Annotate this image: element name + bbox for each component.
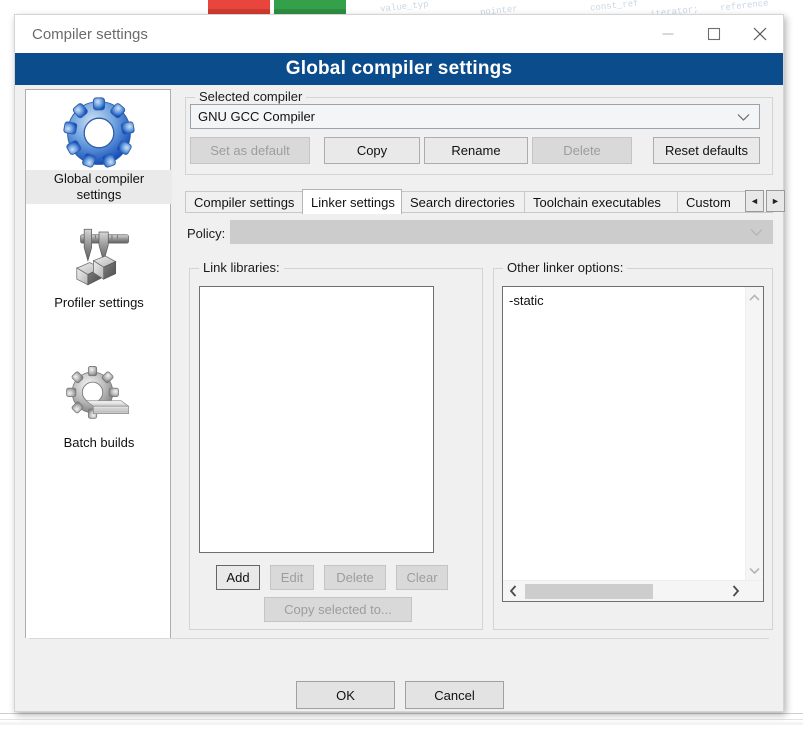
background-divider-3 — [0, 722, 803, 725]
reset-defaults-button[interactable]: Reset defaults — [653, 137, 760, 164]
dialog-banner: Global compiler settings — [15, 53, 783, 85]
copy-compiler-button[interactable]: Copy — [324, 137, 420, 164]
dialog-footer — [15, 638, 783, 711]
policy-label: Policy: — [187, 226, 226, 241]
background-code-text-2: const_ref — [589, 0, 639, 14]
blue-gear-icon — [63, 97, 135, 168]
background-logo-green-shape — [274, 0, 346, 15]
sidebar-item-label-0: Global compiler settings — [26, 170, 172, 204]
sidebar-item-label-2: Batch builds — [63, 435, 135, 450]
sidebar-item-batch-builds[interactable]: Batch builds — [26, 360, 172, 452]
minimize-button[interactable] — [645, 15, 691, 52]
add-library-button[interactable]: Add — [216, 565, 260, 590]
sidebar-item-global-compiler-settings[interactable]: Global compiler settings — [26, 96, 172, 204]
linker-options-vertical-scrollbar[interactable] — [745, 287, 763, 601]
copy-selected-to-button[interactable]: Copy selected to... — [264, 597, 412, 622]
other-linker-options-textarea[interactable]: -static — [502, 286, 764, 602]
tab-custom[interactable]: Custom — [677, 191, 747, 213]
tab-toolchain-executables[interactable]: Toolchain executables — [524, 191, 678, 213]
tabstrip-active-gap — [303, 212, 396, 213]
compiler-settings-dialog: Compiler settings Global compiler settin… — [14, 14, 785, 712]
ok-button[interactable]: OK — [296, 681, 395, 709]
other-linker-options-group: Other linker options: -static — [493, 260, 773, 630]
background-divider-2 — [0, 719, 803, 720]
tabstrip-underline — [185, 212, 773, 213]
other-linker-options-value: -static — [509, 293, 544, 308]
tab-scroll-left-button[interactable]: ◄ — [745, 190, 764, 212]
horizontal-scroll-thumb[interactable] — [525, 584, 653, 599]
tab-search-directories[interactable]: Search directories — [401, 191, 525, 213]
settings-tabstrip: Compiler settings Linker settings Search… — [185, 189, 785, 214]
background-code-text-4: reference — [719, 0, 769, 14]
sidebar-item-profiler-settings[interactable]: Profiler settings — [26, 220, 172, 312]
tab-compiler-settings[interactable]: Compiler settings — [185, 191, 303, 213]
triangle-left-icon: ◄ — [750, 196, 759, 206]
chevron-left-icon — [509, 585, 517, 597]
background-logo-red-shape — [208, 0, 270, 15]
clear-libraries-button[interactable]: Clear — [396, 565, 448, 590]
chevron-down-icon-policy — [750, 225, 763, 240]
settings-panel: Selected compiler GNU GCC Compiler Set a… — [181, 85, 785, 663]
cancel-button[interactable]: Cancel — [405, 681, 504, 709]
link-libraries-group-title: Link libraries: — [199, 260, 284, 275]
linker-options-horizontal-scrollbar[interactable] — [503, 580, 763, 601]
close-button[interactable] — [737, 15, 783, 52]
other-linker-options-group-title: Other linker options: — [503, 260, 628, 275]
desktop-background-lower — [0, 711, 803, 741]
chevron-down-icon — [737, 109, 750, 124]
scroll-left-button[interactable] — [504, 581, 522, 601]
gear-stack-icon — [66, 366, 130, 419]
caliper-icon — [75, 228, 129, 286]
tab-scroll-right-button[interactable]: ► — [766, 190, 785, 212]
link-libraries-group: Link libraries: Add Edit Delete Clear Co… — [189, 260, 483, 630]
window-title: Compiler settings — [32, 26, 148, 43]
delete-compiler-button[interactable]: Delete — [532, 137, 632, 164]
compiler-select[interactable]: GNU GCC Compiler — [190, 104, 760, 129]
chevron-down-scroll-icon — [749, 567, 760, 574]
scroll-right-button[interactable] — [727, 581, 745, 601]
screen: value_typ pointer const_ref iterator; re… — [0, 0, 803, 741]
background-divider-1 — [0, 713, 803, 714]
chevron-up-icon — [749, 294, 760, 301]
triangle-right-icon: ► — [771, 196, 780, 206]
sidebar-item-label-1: Profiler settings — [54, 295, 144, 310]
scroll-up-button[interactable] — [746, 289, 763, 306]
background-code-text-0: value_typ — [379, 0, 429, 15]
tab-linker-settings[interactable]: Linker settings — [302, 189, 402, 214]
scroll-down-button[interactable] — [746, 562, 763, 579]
set-as-default-button[interactable]: Set as default — [190, 137, 310, 164]
title-bar: Compiler settings — [15, 15, 783, 53]
footer-separator — [29, 638, 769, 639]
settings-sidebar: Global compiler settings Profiler settin… — [25, 89, 172, 659]
chevron-right-icon — [732, 585, 740, 597]
link-libraries-list[interactable] — [199, 286, 434, 553]
banner-title: Global compiler settings — [285, 58, 513, 79]
maximize-button[interactable] — [691, 15, 737, 52]
compiler-select-value: GNU GCC Compiler — [198, 109, 316, 124]
dialog-body: Global compiler settings Profiler settin… — [15, 85, 785, 670]
selected-compiler-group-title: Selected compiler — [195, 89, 307, 104]
delete-library-button[interactable]: Delete — [324, 565, 386, 590]
edit-library-button[interactable]: Edit — [270, 565, 314, 590]
rename-compiler-button[interactable]: Rename — [424, 137, 528, 164]
policy-select[interactable] — [230, 220, 773, 244]
